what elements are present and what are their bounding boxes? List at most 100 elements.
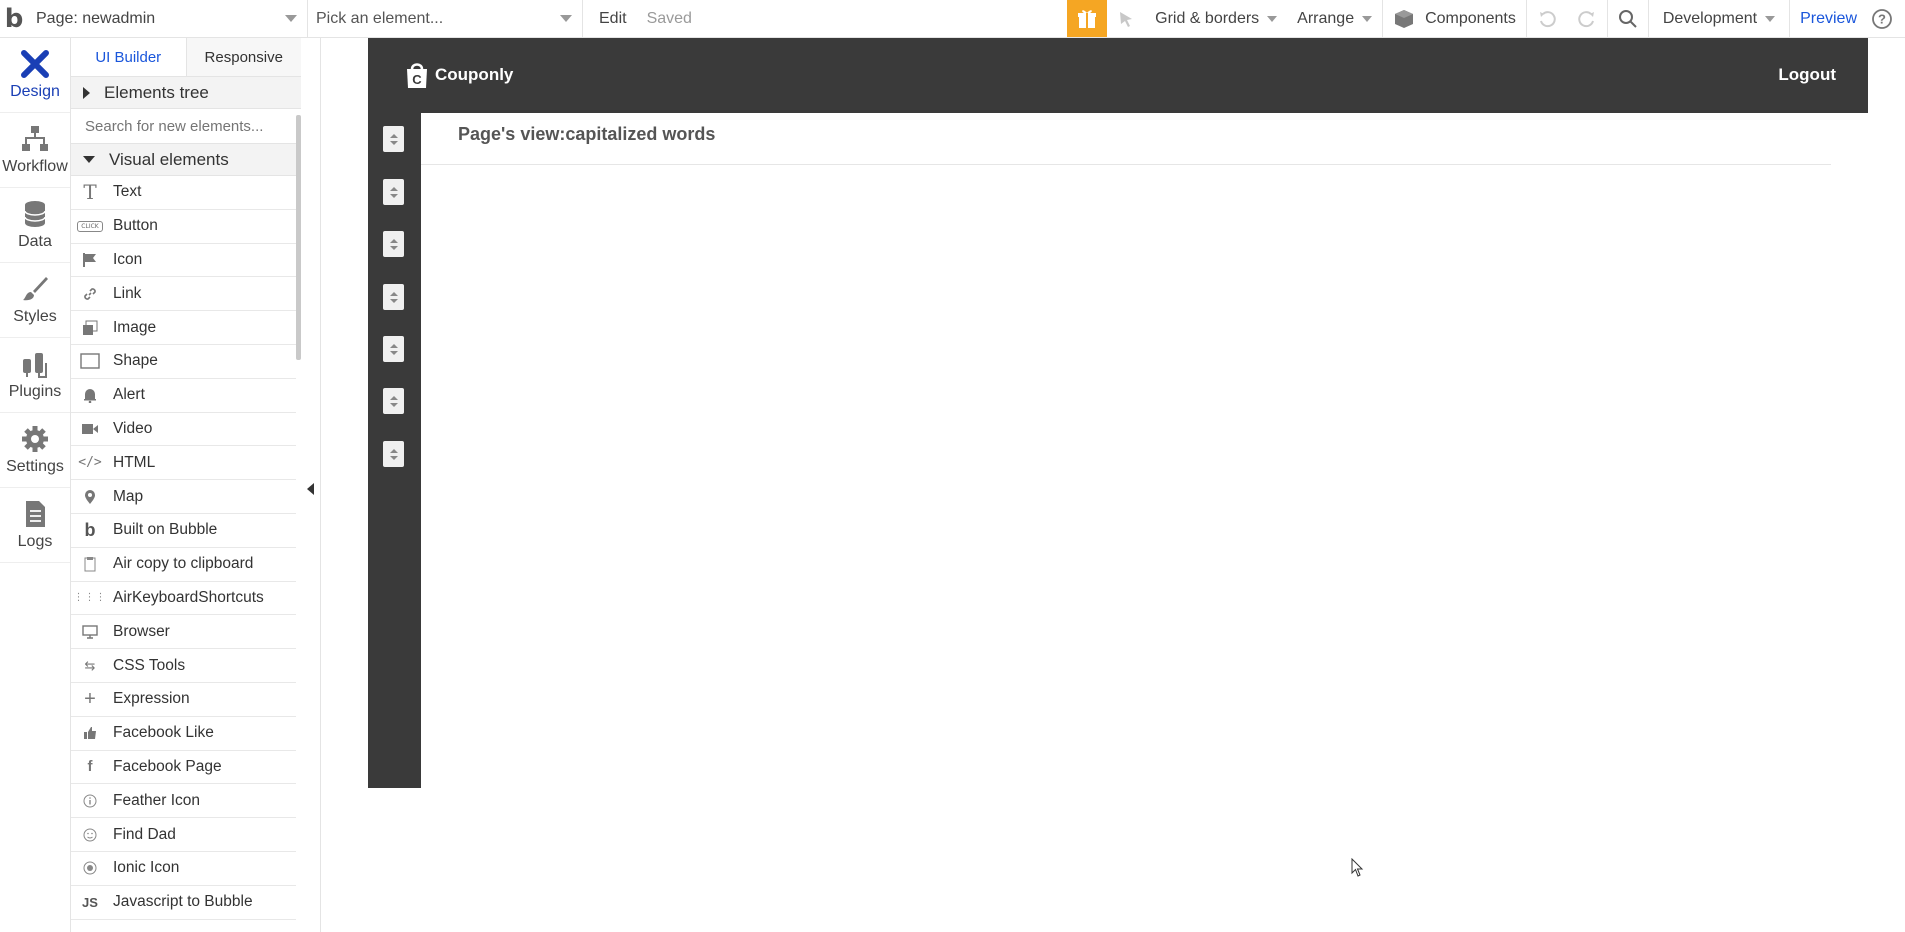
- palette-item-label: Alert: [113, 386, 145, 404]
- top-toolbar: b Page: newadmin Pick an element... Edit…: [0, 0, 1905, 38]
- nav-label: Logs: [17, 533, 53, 550]
- tab-responsive[interactable]: Responsive: [186, 38, 301, 76]
- palette-item-label: Button: [113, 217, 158, 235]
- document-icon: [20, 499, 50, 529]
- sidebar-button[interactable]: [383, 126, 404, 152]
- palette-item[interactable]: Feather Icon: [71, 784, 296, 819]
- link-icon: [73, 286, 107, 302]
- nav-design[interactable]: Design: [0, 38, 70, 113]
- palette-item[interactable]: Facebook Like: [71, 717, 296, 751]
- keyboard-icon: ⋮⋮⋮: [73, 592, 107, 604]
- sidebar-button[interactable]: [383, 441, 404, 467]
- code-icon: </>: [78, 455, 102, 471]
- help-icon[interactable]: ?: [1867, 0, 1905, 37]
- search-elements-input[interactable]: [83, 116, 277, 136]
- nav-label: Data: [18, 233, 52, 250]
- image-icon: [73, 320, 107, 336]
- palette-item[interactable]: + Expression: [71, 683, 296, 717]
- brand[interactable]: C Couponly: [405, 61, 513, 89]
- logout-link[interactable]: Logout: [1778, 65, 1836, 85]
- palette-item[interactable]: </> HTML: [71, 446, 296, 481]
- palette-item[interactable]: Map: [71, 480, 296, 514]
- search-icon[interactable]: [1608, 0, 1649, 37]
- preview-link[interactable]: Preview: [1790, 0, 1867, 37]
- palette-item[interactable]: Air copy to clipboard: [71, 548, 296, 582]
- workflow-icon: [20, 124, 50, 154]
- palette-item[interactable]: ⋮⋮⋮ AirKeyboardShortcuts: [71, 582, 296, 616]
- element-palette: UI Builder Responsive Elements tree Visu…: [71, 38, 302, 932]
- nav-plugins[interactable]: Plugins: [0, 338, 70, 413]
- palette-item[interactable]: b Built on Bubble: [71, 514, 296, 548]
- palette-item[interactable]: f Facebook Page: [71, 751, 296, 785]
- editor-canvas[interactable]: C Couponly Logout Page's view:capitalize…: [321, 38, 1905, 932]
- page-title[interactable]: Page's view:capitalized words: [458, 124, 715, 145]
- design-icon: [20, 49, 50, 79]
- redo-icon[interactable]: [1567, 0, 1608, 37]
- page-select-label: Page: newadmin: [36, 9, 156, 27]
- monitor-icon: [73, 625, 107, 639]
- palette-item[interactable]: CLICK Button: [71, 210, 296, 244]
- palette-item[interactable]: T Text: [71, 176, 296, 210]
- components-button[interactable]: Components: [1383, 0, 1527, 37]
- elements-tree-toggle[interactable]: Elements tree: [71, 77, 301, 109]
- palette-item-label: Video: [113, 419, 153, 437]
- caret-down-icon: [83, 156, 95, 163]
- radio-icon: [73, 861, 107, 875]
- app-sidebar[interactable]: [368, 113, 421, 788]
- collapse-left-icon[interactable]: [307, 483, 314, 495]
- visual-elements-toggle[interactable]: Visual elements: [71, 144, 301, 176]
- sidebar-button[interactable]: [383, 231, 404, 257]
- sidebar-button[interactable]: [383, 336, 404, 362]
- palette-item-label: CSS Tools: [113, 656, 186, 674]
- grid-borders-label: Grid & borders: [1155, 9, 1260, 27]
- palette-item[interactable]: Alert: [71, 379, 296, 413]
- pointer-icon[interactable]: [1107, 0, 1145, 37]
- palette-item-label: Javascript to Bubble: [113, 893, 253, 911]
- palette-item[interactable]: Browser: [71, 615, 296, 650]
- edit-menu[interactable]: Edit: [583, 0, 637, 37]
- grid-borders-menu[interactable]: Grid & borders: [1145, 0, 1287, 37]
- nav-styles[interactable]: Styles: [0, 263, 70, 338]
- sidebar-button[interactable]: [383, 388, 404, 414]
- plug-icon: [20, 349, 50, 379]
- palette-item[interactable]: Shape: [71, 345, 296, 379]
- palette-item[interactable]: Video: [71, 413, 296, 447]
- sidebar-button[interactable]: [383, 179, 404, 205]
- bubble-logo[interactable]: b: [0, 0, 28, 37]
- environment-select[interactable]: Development: [1649, 0, 1791, 37]
- element-picker[interactable]: Pick an element...: [308, 0, 583, 37]
- chevron-down-icon: [560, 15, 572, 22]
- palette-item[interactable]: Image: [71, 311, 296, 345]
- gear-icon: [20, 424, 50, 454]
- nav-data[interactable]: Data: [0, 188, 70, 263]
- palette-item[interactable]: ⇆ CSS Tools: [71, 649, 296, 683]
- tab-ui-builder[interactable]: UI Builder: [71, 38, 187, 76]
- page-select[interactable]: Page: newadmin: [28, 0, 308, 37]
- palette-item[interactable]: Link: [71, 277, 296, 312]
- environment-label: Development: [1662, 9, 1758, 27]
- palette-item-label: Facebook Page: [113, 757, 222, 775]
- shape-icon: [73, 353, 107, 370]
- sidebar-button[interactable]: [383, 284, 404, 310]
- palette-item[interactable]: Icon: [71, 244, 296, 278]
- palette-item-label: Text: [113, 183, 142, 201]
- left-nav: Design Workflow Data Styles Plugins Sett…: [0, 38, 71, 932]
- palette-item-label: Shape: [113, 352, 158, 370]
- palette-item[interactable]: Ionic Icon: [71, 852, 296, 886]
- nav-settings[interactable]: Settings: [0, 413, 70, 488]
- app-header[interactable]: C Couponly Logout: [368, 38, 1868, 113]
- text-icon: T: [83, 180, 97, 205]
- nav-workflow[interactable]: Workflow: [0, 113, 70, 188]
- css-icon: ⇆: [84, 657, 96, 673]
- bell-icon: [73, 387, 107, 404]
- undo-icon[interactable]: [1527, 0, 1567, 37]
- palette-item-label: AirKeyboardShortcuts: [113, 588, 264, 606]
- palette-item[interactable]: Find Dad: [71, 818, 296, 852]
- nav-logs[interactable]: Logs: [0, 488, 70, 563]
- arrange-menu[interactable]: Arrange: [1287, 0, 1384, 37]
- palette-collapse-bar[interactable]: [301, 38, 321, 932]
- element-picker-label: Pick an element...: [316, 9, 444, 27]
- page-frame[interactable]: C Couponly Logout Page's view:capitalize…: [368, 38, 1868, 788]
- palette-item[interactable]: JS Javascript to Bubble: [71, 886, 296, 920]
- gift-icon[interactable]: [1067, 0, 1108, 37]
